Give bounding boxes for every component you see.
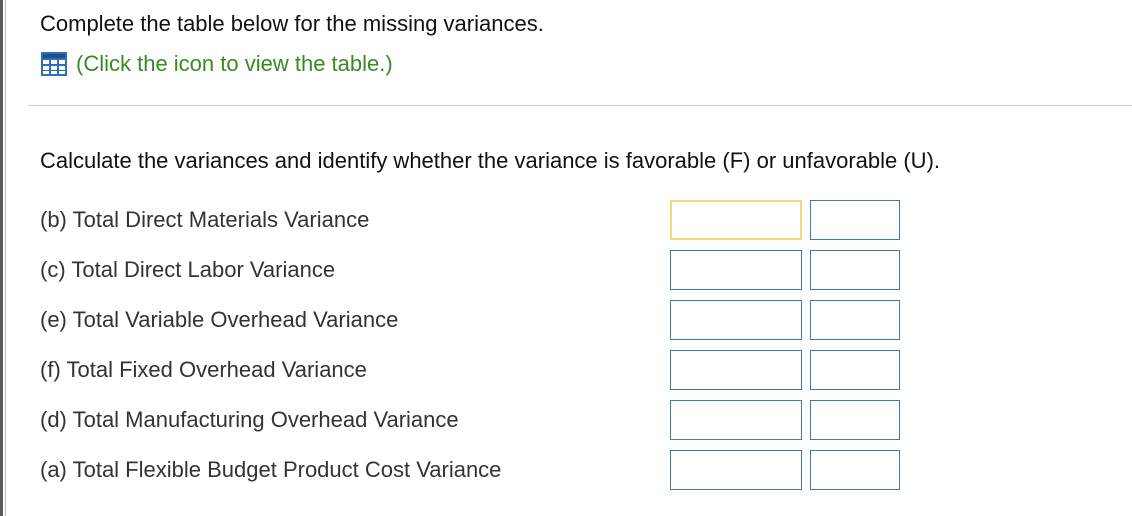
variance-row-fixed-overhead: (f) Total Fixed Overhead Variance [40, 350, 910, 390]
window-left-border [0, 0, 3, 516]
variance-label: (a) Total Flexible Budget Product Cost V… [40, 457, 502, 482]
amount-input[interactable] [670, 200, 802, 240]
amount-input[interactable] [670, 300, 802, 340]
view-table-link[interactable]: (Click the icon to view the table.) [40, 49, 393, 79]
favorable-unfavorable-input[interactable] [810, 300, 900, 340]
amount-input[interactable] [670, 250, 802, 290]
variance-row-variable-overhead: (e) Total Variable Overhead Variance [40, 300, 910, 340]
amount-input[interactable] [670, 400, 802, 440]
favorable-unfavorable-input[interactable] [810, 400, 900, 440]
variance-label: (f) Total Fixed Overhead Variance [40, 357, 367, 382]
question-text: Calculate the variances and identify whe… [40, 148, 941, 173]
favorable-unfavorable-input[interactable] [810, 200, 900, 240]
variance-row-manufacturing-overhead: (d) Total Manufacturing Overhead Varianc… [40, 400, 910, 440]
favorable-unfavorable-input[interactable] [810, 250, 900, 290]
favorable-unfavorable-input[interactable] [810, 350, 900, 390]
variance-row-flexible-budget: (a) Total Flexible Budget Product Cost V… [40, 450, 910, 490]
favorable-unfavorable-input[interactable] [810, 450, 900, 490]
amount-input[interactable] [670, 450, 802, 490]
instruction-text: Complete the table below for the missing… [40, 11, 544, 36]
variance-row-direct-materials: (b) Total Direct Materials Variance [40, 200, 910, 240]
view-table-link-label[interactable]: (Click the icon to view the table.) [76, 50, 393, 78]
section-divider [28, 105, 1132, 106]
variance-label: (b) Total Direct Materials Variance [40, 207, 370, 232]
window-left-border-inner [5, 0, 6, 516]
variance-label: (c) Total Direct Labor Variance [40, 257, 336, 282]
table-icon[interactable] [40, 50, 68, 78]
variance-row-direct-labor: (c) Total Direct Labor Variance [40, 250, 910, 290]
amount-input[interactable] [670, 350, 802, 390]
variance-label: (e) Total Variable Overhead Variance [40, 307, 399, 332]
variance-label: (d) Total Manufacturing Overhead Varianc… [40, 407, 459, 432]
